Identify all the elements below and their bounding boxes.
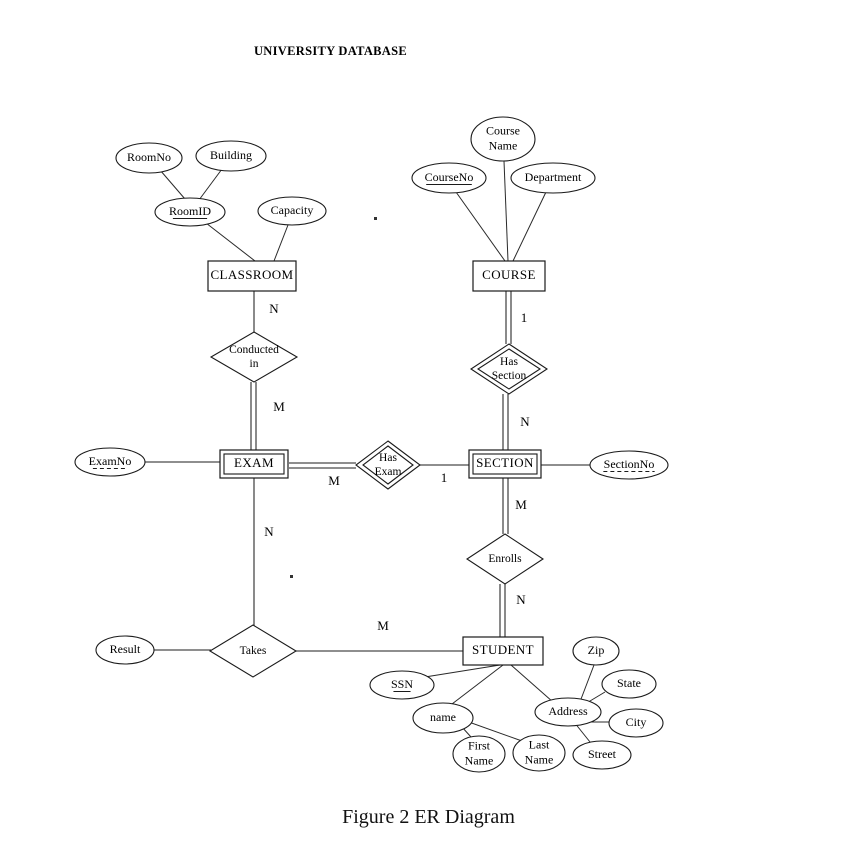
- entity-exam[interactable]: EXAM: [219, 449, 289, 479]
- entity-label-exam: EXAM: [234, 455, 274, 470]
- line-courseno-course: [455, 191, 506, 262]
- attribute-label-building: Building: [210, 148, 252, 162]
- entity-course[interactable]: COURSE: [472, 260, 546, 292]
- line-building-roomid: [198, 168, 223, 201]
- relationship-label-enrolls: Enrolls: [488, 553, 522, 565]
- attribute-label-state: State: [617, 676, 641, 690]
- card-hassection-section: N: [520, 414, 530, 429]
- figure-caption: Figure 2 ER Diagram: [342, 806, 515, 828]
- relationship-has-section[interactable]: Has Section: [469, 343, 549, 395]
- scan-artifacts: [290, 217, 377, 578]
- attribute-label-street: Street: [588, 747, 617, 761]
- attribute-city[interactable]: City: [608, 708, 664, 738]
- attribute-label-lastname: Last Name: [525, 737, 554, 766]
- attribute-label-firstname: First Name: [465, 738, 494, 767]
- attribute-label-capacity: Capacity: [271, 203, 314, 217]
- card-enrolls-student: N: [516, 592, 526, 607]
- attribute-examno[interactable]: ExamNo: [74, 447, 146, 477]
- attribute-zip[interactable]: Zip: [572, 636, 620, 666]
- relationship-label-takes: Takes: [240, 645, 267, 657]
- entity-label-section: SECTION: [476, 455, 534, 470]
- line-address-student: [510, 664, 554, 703]
- line-ssn-student: [424, 664, 501, 678]
- card-conducted-exam: M: [273, 399, 285, 414]
- attribute-label-department: Department: [525, 170, 582, 184]
- attribute-label-ssn: SSN: [391, 677, 413, 691]
- attribute-capacity[interactable]: Capacity: [257, 196, 327, 226]
- attribute-result[interactable]: Result: [95, 635, 155, 665]
- attribute-lastname[interactable]: Last Name: [512, 734, 566, 772]
- line-roomid-classroom: [205, 222, 256, 262]
- attribute-label-coursename: Course Name: [486, 123, 520, 152]
- er-diagram-page: UNIVERSITY DATABASE CLASSROOM COURSE EXA…: [0, 0, 857, 846]
- relationship-enrolls[interactable]: Enrolls: [465, 533, 545, 585]
- attribute-label-address: Address: [548, 704, 588, 718]
- attribute-label-sectionno: SectionNo: [604, 457, 655, 471]
- relationship-conducted-in[interactable]: Conducted in: [209, 331, 299, 383]
- card-classroom-conducted: N: [269, 301, 279, 316]
- card-section-enrolls: M: [515, 497, 527, 512]
- attribute-courseno[interactable]: CourseNo: [411, 162, 487, 194]
- attribute-label-result: Result: [110, 642, 141, 656]
- entity-label-classroom: CLASSROOM: [210, 267, 293, 282]
- attribute-ssn[interactable]: SSN: [369, 670, 435, 700]
- er-diagram-canvas: CLASSROOM COURSE EXAM SECTION STUDENT Conduct…: [74, 116, 669, 773]
- attribute-sectionno[interactable]: SectionNo: [589, 450, 669, 480]
- entity-section[interactable]: SECTION: [468, 449, 542, 479]
- card-course-hassection: 1: [521, 310, 528, 325]
- relationship-takes[interactable]: Takes: [208, 624, 298, 678]
- attribute-street[interactable]: Street: [572, 740, 632, 770]
- attribute-label-courseno: CourseNo: [425, 170, 474, 184]
- artifact-dot-2: [290, 575, 293, 578]
- card-exam-takes: N: [264, 524, 274, 539]
- card-takes-student: M: [377, 618, 389, 633]
- attribute-firstname[interactable]: First Name: [452, 735, 506, 773]
- attribute-label-roomid: RoomID: [169, 204, 211, 218]
- line-capacity-classroom: [273, 224, 289, 262]
- attribute-department[interactable]: Department: [510, 162, 596, 194]
- entity-label-student: STUDENT: [472, 642, 534, 657]
- attribute-state[interactable]: State: [601, 669, 657, 699]
- line-department-course: [512, 191, 547, 262]
- attribute-building[interactable]: Building: [195, 140, 267, 172]
- relationship-has-exam[interactable]: Has Exam: [355, 440, 421, 490]
- entity-classroom[interactable]: CLASSROOM: [207, 260, 297, 292]
- card-exam-hasexam: M: [328, 473, 340, 488]
- attribute-label-examno: ExamNo: [89, 454, 132, 468]
- line-name-student: [451, 664, 504, 705]
- attribute-label-name: name: [430, 710, 456, 724]
- card-hasexam-section: 1: [441, 470, 448, 485]
- line-roomno-roomid: [159, 169, 186, 200]
- attribute-roomid[interactable]: RoomID: [154, 197, 226, 227]
- artifact-dot-1: [374, 217, 377, 220]
- entity-label-course: COURSE: [482, 267, 536, 282]
- entity-student[interactable]: STUDENT: [462, 636, 544, 666]
- attribute-label-zip: Zip: [588, 643, 605, 657]
- attribute-address[interactable]: Address: [534, 697, 602, 727]
- attribute-roomno[interactable]: RoomNo: [115, 142, 183, 174]
- attribute-label-city: City: [626, 715, 647, 729]
- attribute-name[interactable]: name: [412, 702, 474, 734]
- diagram-shapes: CLASSROOM COURSE EXAM SECTION STUDENT Conduct…: [74, 116, 669, 773]
- attribute-coursename[interactable]: Course Name: [470, 116, 536, 162]
- attribute-label-roomno: RoomNo: [127, 150, 171, 164]
- line-coursename-course: [503, 160, 509, 262]
